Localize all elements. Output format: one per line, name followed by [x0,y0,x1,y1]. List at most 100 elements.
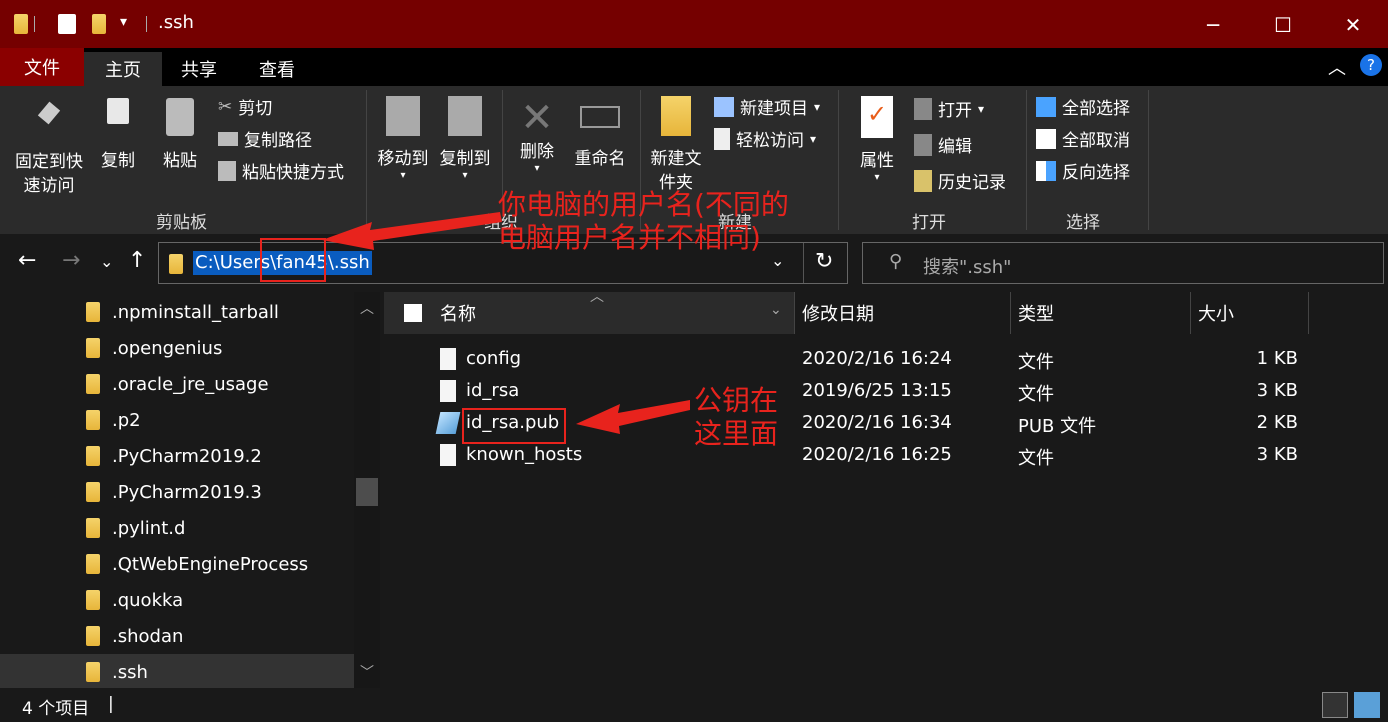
paste-shortcut-button[interactable]: 粘贴快捷方式 [218,158,344,183]
status-bar: 4 个项目 | [0,688,1388,722]
history-icon [914,169,932,192]
nav-item-selected[interactable]: .ssh [0,654,354,690]
file-row[interactable]: id_rsa 2019/6/25 13:15 文件 3 KB [384,376,1388,408]
column-divider [1010,292,1011,334]
tab-view[interactable]: 查看 [240,52,314,86]
details-view-icon[interactable] [1322,692,1348,718]
nav-item[interactable]: .shodan [86,618,183,654]
toolbar-divider [34,16,35,32]
large-icons-view-icon[interactable] [1354,692,1380,718]
nav-item[interactable]: .npminstall_tarball [86,294,279,330]
file-row[interactable]: config 2020/2/16 16:24 文件 1 KB [384,344,1388,376]
move-to-button[interactable]: 移动到 ▾ [372,96,434,181]
maximize-button[interactable]: ☐ [1248,10,1318,40]
move-to-icon [386,96,420,136]
edit-icon [914,133,932,156]
pubkey-annotation: 公钥在 这里面 [694,384,779,450]
column-divider [794,292,795,334]
file-icon [440,348,456,370]
folder-icon [86,410,100,430]
help-icon[interactable]: ? [1360,54,1382,76]
cut-button[interactable]: ✂ 剪切 [218,94,272,120]
sort-ascending-icon: ︿ [590,289,604,305]
refresh-icon[interactable]: ↻ [815,249,833,274]
nav-item[interactable]: .QtWebEngineProcess [86,546,308,582]
properties-button[interactable]: ✓ 属性 ▾ [850,96,904,183]
group-divider [1026,90,1027,230]
delete-button[interactable]: ✕ 删除 ▾ [512,96,562,174]
group-divider [366,90,367,230]
folder-icon [169,254,183,274]
copy-to-icon [448,96,482,136]
status-separator: | [108,694,114,714]
edit-button[interactable]: 编辑 [914,132,972,157]
properties-quick-icon[interactable] [58,14,76,34]
select-all-button[interactable]: 全部选择 [1036,94,1130,119]
scroll-thumb[interactable] [356,478,378,506]
select-all-checkbox[interactable] [404,304,422,322]
file-icon [440,380,456,402]
divider [502,90,503,200]
column-header-modified[interactable]: 修改日期 [802,292,874,334]
column-header-type[interactable]: 类型 [1018,292,1054,334]
scroll-down-icon[interactable]: ﹀ [360,662,374,682]
history-button[interactable]: 历史记录 [914,168,1006,193]
select-none-button[interactable]: 全部取消 [1036,126,1130,151]
group-divider [838,90,839,230]
pubkey-highlight-box [462,408,566,444]
copy-to-button[interactable]: 复制到 ▾ [434,96,496,181]
scroll-up-icon[interactable]: ︿ [360,298,374,318]
rename-button[interactable]: 重命名 [568,96,632,171]
tab-share[interactable]: 共享 [162,52,236,86]
properties-icon: ✓ [861,96,893,138]
pub-file-icon [435,412,461,434]
up-arrow-icon[interactable]: ↑ [128,248,146,273]
nav-item[interactable]: .p2 [86,402,141,438]
select-none-icon [1036,128,1056,149]
ribbon-tabs: 文件 主页 共享 查看 ︿ ? [0,48,1388,86]
group-label-select: 选择 [1066,213,1100,233]
nav-scrollbar[interactable]: ︿ ﹀ [354,292,380,688]
new-folder-quick-icon[interactable] [92,14,106,34]
nav-item[interactable]: .opengenius [86,330,222,366]
nav-item[interactable]: .pylint.d [86,510,185,546]
invert-selection-icon [1036,160,1056,181]
open-button[interactable]: 打开 ▾ [914,96,984,121]
new-item-button[interactable]: 新建项目 ▾ [714,94,820,119]
column-header-size[interactable]: 大小 [1198,292,1234,334]
column-divider [1190,292,1191,334]
pin-quick-access-button[interactable]: 固定到快速访问 [8,101,90,198]
recent-locations-chevron-icon[interactable]: ⌄ [100,252,113,271]
back-arrow-icon[interactable]: ← [18,248,36,273]
tab-file[interactable]: 文件 [0,48,84,86]
invert-selection-button[interactable]: 反向选择 [1036,158,1130,183]
nav-item[interactable]: .PyCharm2019.2 [86,438,262,474]
column-filter-chevron-icon[interactable]: ⌄ [770,302,782,318]
new-folder-button[interactable]: 新建文件夹 [646,96,706,195]
new-item-icon [714,96,734,117]
close-button[interactable]: ✕ [1318,10,1388,40]
column-header-name[interactable]: 名称 [440,292,476,334]
minimize-button[interactable]: ─ [1178,10,1248,40]
file-row[interactable]: known_hosts 2020/2/16 16:25 文件 3 KB [384,440,1388,472]
folder-icon [86,590,100,610]
easy-access-button[interactable]: 轻松访问 ▾ [714,126,816,151]
collapse-ribbon-icon[interactable]: ︿ [1328,54,1346,80]
rename-icon [580,106,620,128]
folder-icon [86,446,100,466]
copy-button[interactable]: 复制 [96,98,140,173]
nav-item[interactable]: .quokka [86,582,183,618]
delete-x-icon: ✕ [520,95,554,141]
search-box[interactable]: ⚲ 搜索".ssh" [862,242,1384,284]
file-icon [440,444,456,466]
folder-icon [86,374,100,394]
customize-quick-access-icon[interactable]: ▾ [120,14,127,30]
nav-item[interactable]: .PyCharm2019.3 [86,474,262,510]
copy-path-button[interactable]: 复制路径 [218,126,312,151]
paste-button[interactable]: 粘贴 [158,98,202,173]
folder-icon [86,482,100,502]
folder-icon [86,338,100,358]
nav-item[interactable]: .oracle_jre_usage [86,366,269,402]
tab-home[interactable]: 主页 [84,52,162,86]
forward-arrow-icon[interactable]: → [62,248,80,273]
